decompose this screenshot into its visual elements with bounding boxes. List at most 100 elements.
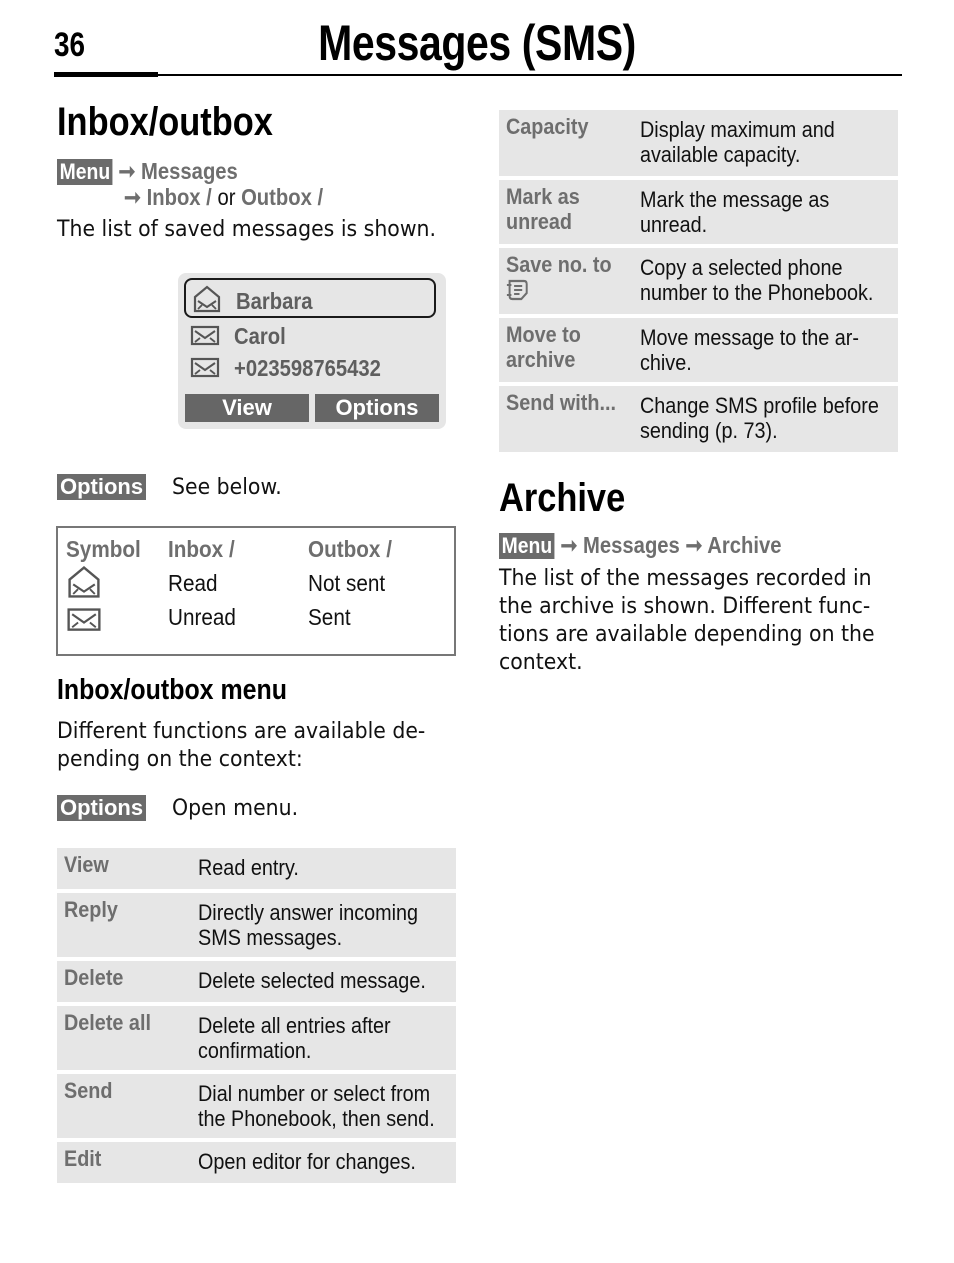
option-desc-line: unread. [640,212,708,237]
envelope-closed-icon [66,606,102,636]
options-key-row: Options [57,795,147,821]
message-sender: Barbara [236,288,313,314]
option-term-line: Save no. to [506,252,612,277]
archive-description-line: The list of the messages recorded in [499,566,872,591]
option-desc-line: Dial number or select from [198,1081,431,1106]
option-desc: Display maximum and available capacity. [640,117,835,167]
options-key: Options [57,474,147,500]
menu-key: Menu [499,533,555,559]
message-list-item[interactable]: Carol [184,320,436,352]
option-term-line: archive [506,347,576,372]
option-desc: Directly answer incoming SMS messages. [198,900,418,950]
menu-path-archive: Menu ➞ Messages ➞ Archive [499,532,782,559]
options-softkey[interactable]: Options [315,394,439,422]
symbol-outbox-sent: Sent [308,604,351,630]
option-desc-line: sending (p. 73). [640,418,778,443]
envelope-closed-icon [190,324,220,352]
option-term: Reply [64,897,118,922]
menu-description-line1: Different functions are available de- [57,719,426,744]
option-desc-line: SMS messages. [198,925,343,950]
symbol-inbox-read: Read [168,570,218,596]
menu-key: Menu [57,159,113,185]
option-desc-line: chive. [640,350,692,375]
option-term: Send [64,1078,113,1103]
option-desc: Copy a selected phone number to the Phon… [640,255,873,305]
archive-description-line: the archive is shown. Different func- [499,594,871,619]
menu-option-send-with: Send with... Change SMS profile before s… [499,386,898,452]
archive-description-line: tions are available depending on the [499,622,875,647]
option-desc-line: confirmation. [198,1038,312,1063]
option-term: Mark as unread [506,184,580,234]
option-desc: Read entry. [198,855,299,880]
option-desc-line: Move message to the ar- [640,325,860,350]
symbol-outbox-not-sent: Not sent [308,570,386,596]
message-list-item[interactable]: Barbara [184,278,436,318]
envelope-open-icon [192,284,222,320]
view-softkey[interactable]: View [185,394,309,422]
symbol-table-header: Symbol [66,536,141,562]
arrow-icon: ➞ [124,184,141,210]
message-sender: Carol [234,323,286,349]
option-desc-line: Directly answer incoming [198,900,419,925]
options-key: Options [57,795,147,821]
path-step-outbox: Outbox / [241,184,324,210]
option-desc-line: Change SMS profile before [640,393,879,418]
path-or: or [211,184,242,210]
path-step-messages: Messages [141,158,238,184]
phone-display: Barbara Carol +023598765432 View Options [178,273,446,429]
option-desc: Change SMS profile before sending (p. 73… [640,393,879,443]
menu-option-mark-unread: Mark as unread Mark the message as unrea… [499,180,898,244]
option-term-line: Mark as [506,184,580,209]
phonebook-icon [506,278,612,307]
option-term: Send with... [506,390,617,415]
arrow-icon: ➞ [118,158,136,184]
option-term: Delete [64,965,124,990]
menu-path-inbox-line1: Menu ➞ Messages [57,158,238,185]
path-step-archive: Archive [707,532,782,558]
envelope-closed-icon [190,356,220,384]
option-term-line: Move to [506,322,581,347]
path-step-messages: Messages [583,532,680,558]
option-desc-line: number to the Phonebook. [640,280,874,305]
option-term: View [64,852,109,877]
message-sender: +023598765432 [234,355,381,381]
option-desc: Open editor for changes. [198,1149,416,1174]
symbol-table-header: Outbox / [308,536,392,562]
option-desc-line: Delete all entries after [198,1013,391,1038]
symbol-table: Symbol Inbox / Outbox / Read Not sent Un… [56,526,456,656]
message-list-item[interactable]: +023598765432 [184,352,436,384]
header-rule-accent [54,72,158,77]
inbox-description: The list of saved messages is shown. [57,217,437,242]
archive-description-line: context. [499,650,583,675]
option-desc-line: the Phonebook, then send. [198,1106,435,1131]
section-title-inbox-outbox-menu: Inbox/outbox menu [57,674,287,706]
menu-path-inbox-line2: ➞ Inbox / or Outbox / [124,184,323,210]
option-desc-line: available capacity. [640,142,801,167]
chapter-title: Messages (SMS) [318,15,636,71]
section-title-archive: Archive [499,476,626,520]
symbol-table-header: Inbox / [168,536,235,562]
menu-option-edit: Edit Open editor for changes. [57,1142,456,1183]
option-desc: Delete all entries after confirmation. [198,1013,391,1063]
option-desc: Delete selected message. [198,968,426,993]
menu-option-view: View Read entry. [57,848,456,889]
header-rule [54,74,902,76]
arrow-icon: ➞ [685,532,703,558]
option-term: Save no. to [506,252,612,307]
option-desc: Dial number or select from the Phonebook… [198,1081,435,1131]
menu-option-reply: Reply Directly answer incoming SMS messa… [57,893,456,957]
option-term: Edit [64,1146,102,1171]
menu-option-capacity: Capacity Display maximum and available c… [499,110,898,176]
envelope-open-icon [66,564,102,604]
menu-option-save-number: Save no. to Copy a selected phone number… [499,248,898,314]
option-term: Move to archive [506,322,581,372]
options-see-below: See below. [172,475,282,500]
option-desc: Move message to the ar- chive. [640,325,859,375]
option-term-line: unread [506,209,573,234]
menu-option-delete-all: Delete all Delete all entries after conf… [57,1006,456,1070]
menu-option-delete: Delete Delete selected message. [57,961,456,1002]
page-number: 36 [54,26,86,64]
option-term: Capacity [506,114,589,139]
option-desc: Mark the message as unread. [640,187,829,237]
menu-option-move-archive: Move to archive Move message to the ar- … [499,318,898,382]
